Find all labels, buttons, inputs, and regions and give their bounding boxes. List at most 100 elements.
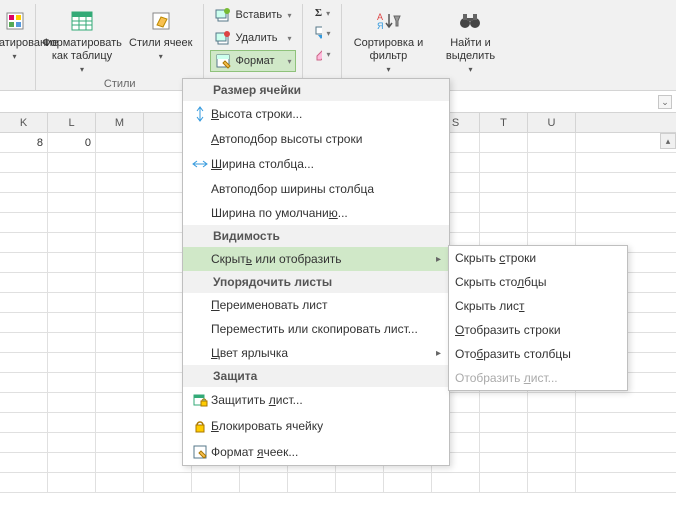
cell[interactable] [0, 173, 48, 192]
cell[interactable] [96, 353, 144, 372]
cell[interactable] [96, 233, 144, 252]
cell[interactable] [96, 193, 144, 212]
submenu-hide-columns[interactable]: Скрыть столбцы [449, 270, 627, 294]
submenu-hide-rows[interactable]: Скрыть строки [449, 246, 627, 270]
cell[interactable] [48, 293, 96, 312]
cell[interactable] [480, 433, 528, 452]
cell[interactable] [96, 133, 144, 152]
cell[interactable] [96, 293, 144, 312]
cell[interactable] [48, 353, 96, 372]
cell[interactable] [48, 153, 96, 172]
cell[interactable] [528, 473, 576, 492]
cell[interactable] [96, 153, 144, 172]
cell[interactable] [0, 293, 48, 312]
column-header[interactable]: L [48, 113, 96, 132]
menu-rename-sheet[interactable]: Переименовать лист [183, 293, 449, 317]
cell[interactable] [48, 173, 96, 192]
column-header[interactable]: M [96, 113, 144, 132]
cell[interactable] [96, 273, 144, 292]
cell[interactable]: 8 [0, 133, 48, 152]
cell[interactable] [528, 213, 576, 232]
cell[interactable] [48, 313, 96, 332]
cell[interactable] [96, 313, 144, 332]
find-select-button[interactable]: Найти и выделить▾ [430, 4, 510, 78]
autosum-button[interactable]: Σ▾ [309, 4, 335, 22]
cell[interactable] [480, 173, 528, 192]
cell[interactable] [48, 253, 96, 272]
cell[interactable] [0, 453, 48, 472]
menu-protect-sheet[interactable]: Защитить лист... [183, 387, 449, 413]
cell[interactable] [96, 393, 144, 412]
cell[interactable] [480, 193, 528, 212]
clear-button[interactable]: ▾ [309, 44, 335, 64]
cell[interactable] [528, 413, 576, 432]
format-button[interactable]: Формат▾ [210, 50, 296, 72]
submenu-unhide-rows[interactable]: Отобразить строки [449, 318, 627, 342]
cell[interactable] [480, 133, 528, 152]
cell[interactable] [96, 453, 144, 472]
cell[interactable] [480, 213, 528, 232]
menu-hide-unhide[interactable]: Скрыть или отобразить Скрыть строки Скры… [183, 247, 449, 271]
format-as-table-button[interactable]: Форматировать как таблицу▾ [42, 4, 122, 78]
menu-lock-cell[interactable]: Блокировать ячейку [183, 413, 449, 439]
cell[interactable] [528, 193, 576, 212]
cell[interactable] [288, 473, 336, 492]
cell[interactable] [0, 213, 48, 232]
cell[interactable] [48, 393, 96, 412]
menu-autofit-column-width[interactable]: Автоподбор ширины столбца [183, 177, 449, 201]
cell[interactable] [0, 233, 48, 252]
cell[interactable] [0, 193, 48, 212]
cell[interactable] [0, 473, 48, 492]
cell[interactable] [384, 473, 432, 492]
cell[interactable] [48, 213, 96, 232]
formula-bar-expand[interactable]: ⌄ [658, 95, 672, 109]
cell[interactable] [0, 433, 48, 452]
cell[interactable] [528, 133, 576, 152]
fill-button[interactable]: ▾ [309, 23, 335, 43]
cell[interactable] [528, 173, 576, 192]
cell[interactable] [96, 473, 144, 492]
cell-styles-button[interactable]: Стили ячеек▾ [124, 4, 197, 65]
menu-default-width[interactable]: Ширина по умолчанию... [183, 201, 449, 225]
cell[interactable] [480, 453, 528, 472]
cell[interactable] [528, 393, 576, 412]
column-header[interactable]: T [480, 113, 528, 132]
cell[interactable] [48, 333, 96, 352]
cell[interactable] [96, 433, 144, 452]
menu-column-width[interactable]: Ширина столбца... [183, 151, 449, 177]
cell[interactable] [0, 353, 48, 372]
column-header[interactable]: K [0, 113, 48, 132]
cell[interactable] [48, 373, 96, 392]
cell[interactable] [336, 473, 384, 492]
cell[interactable] [432, 473, 480, 492]
cell[interactable] [96, 213, 144, 232]
menu-tab-color[interactable]: Цвет ярлычка [183, 341, 449, 365]
cell[interactable]: 0 [48, 133, 96, 152]
menu-row-height[interactable]: Высота строки... [183, 101, 449, 127]
delete-button[interactable]: Удалить▾ [210, 27, 296, 49]
sort-filter-button[interactable]: АЯ Сортировка и фильтр▾ [348, 4, 428, 78]
cell[interactable] [480, 153, 528, 172]
cell[interactable] [0, 393, 48, 412]
cell[interactable] [0, 153, 48, 172]
insert-button[interactable]: Вставить▾ [210, 4, 296, 26]
cell[interactable] [48, 273, 96, 292]
cell[interactable] [144, 473, 192, 492]
cell[interactable] [480, 413, 528, 432]
scroll-up-button[interactable]: ▴ [660, 133, 676, 149]
cell[interactable] [48, 193, 96, 212]
cell[interactable] [48, 413, 96, 432]
cell[interactable] [0, 313, 48, 332]
cell[interactable] [96, 253, 144, 272]
cell[interactable] [528, 153, 576, 172]
cell[interactable] [0, 413, 48, 432]
cell[interactable] [528, 433, 576, 452]
menu-format-cells[interactable]: Формат ячеек... [183, 439, 449, 465]
cell[interactable] [96, 373, 144, 392]
cell[interactable] [48, 453, 96, 472]
submenu-unhide-columns[interactable]: Отобразить столбцы [449, 342, 627, 366]
cell[interactable] [0, 253, 48, 272]
cell[interactable] [48, 473, 96, 492]
cell[interactable] [48, 233, 96, 252]
cell[interactable] [96, 173, 144, 192]
